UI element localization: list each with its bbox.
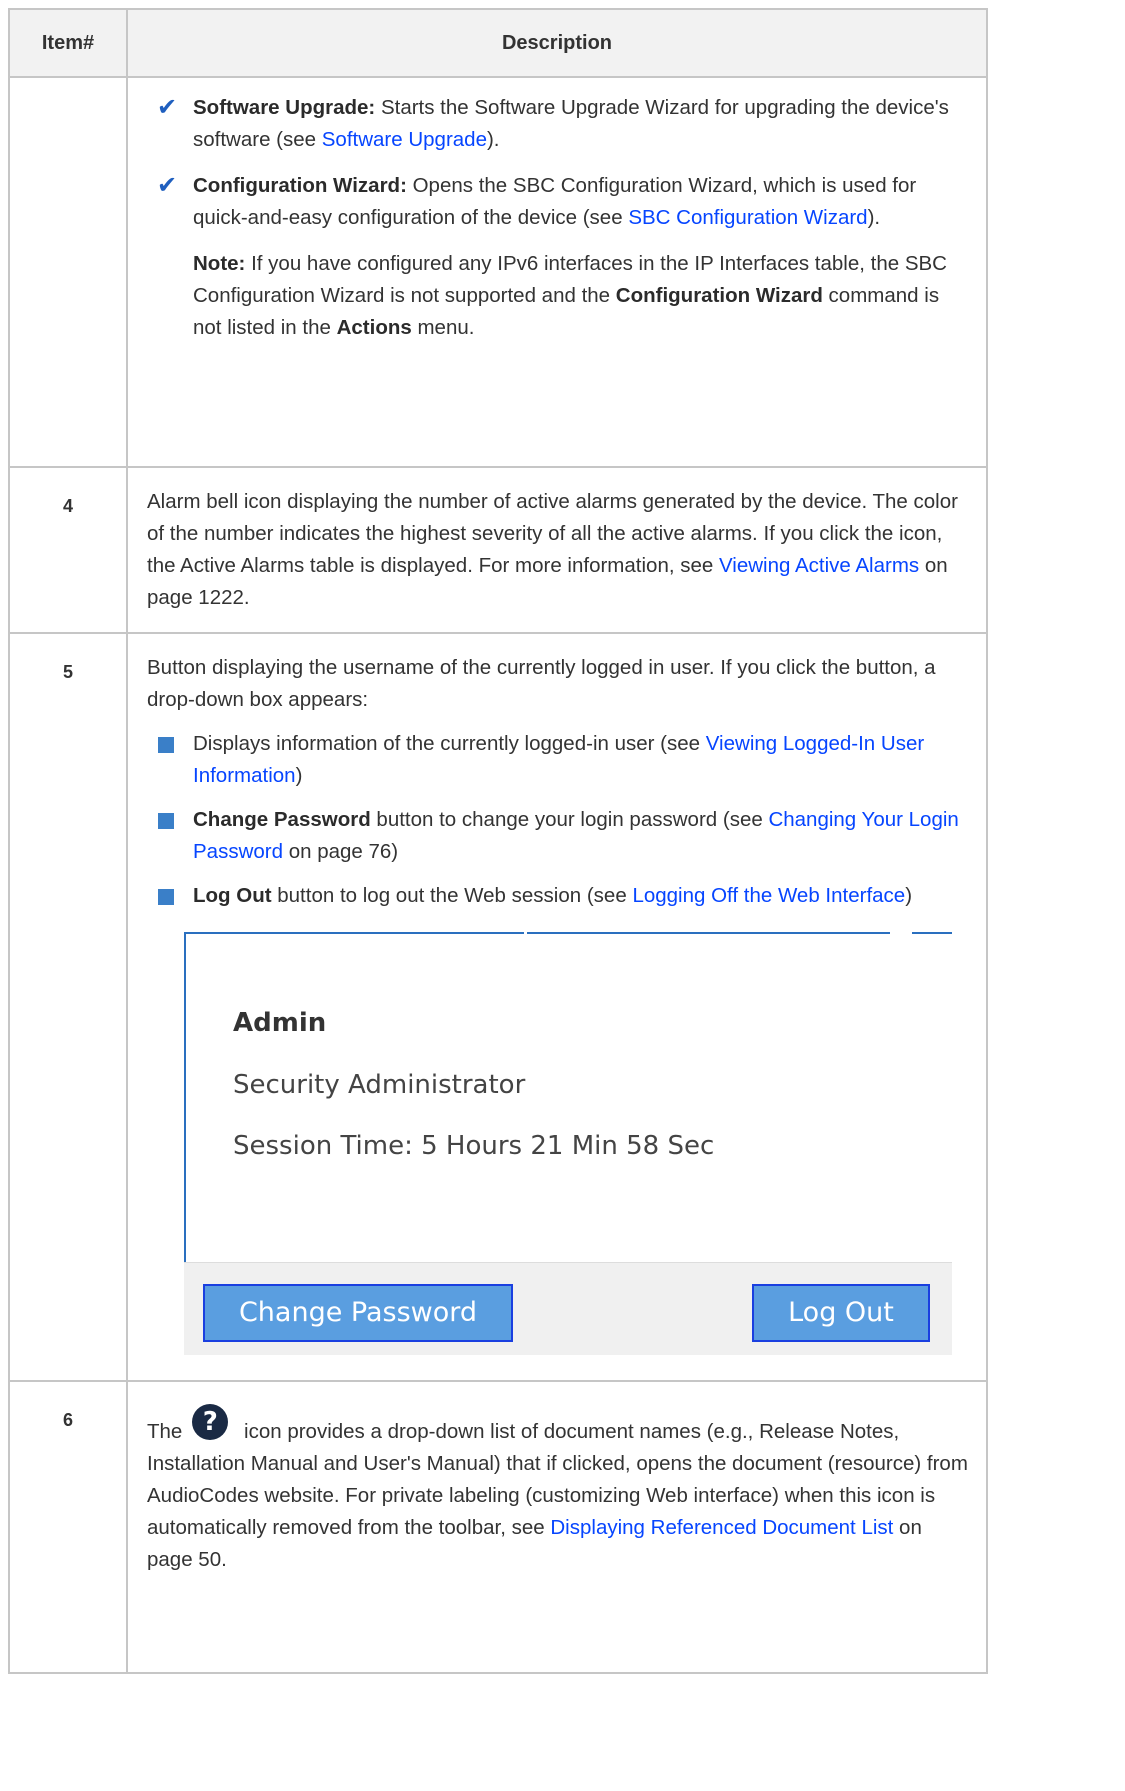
bullet-end: ) <box>905 884 913 907</box>
help-question-icon: ? <box>192 1404 229 1440</box>
header-item: Item# <box>8 8 128 78</box>
config-wizard-link[interactable]: SBC Configuration Wizard <box>628 206 867 229</box>
bullet-end: ) <box>295 764 303 787</box>
dropdown-username: Admin <box>233 1008 327 1038</box>
note-text: menu. <box>411 316 475 339</box>
item-number: 5 <box>8 632 128 1382</box>
bullet-change-password: Change Password button to change your lo… <box>147 804 970 868</box>
help-description: The? icon provides a drop-down list of d… <box>147 1404 970 1576</box>
note-label: Note: <box>193 252 246 275</box>
table-header-row: Item# Description <box>8 8 988 78</box>
square-bullet-icon <box>158 813 174 829</box>
log-out-button[interactable]: Log Out <box>752 1284 930 1342</box>
description-cell: The? icon provides a drop-down list of d… <box>126 1380 988 1674</box>
software-upgrade-link[interactable]: Software Upgrade <box>322 128 487 151</box>
software-upgrade-label: Software Upgrade: <box>193 96 376 119</box>
checkmark-icon: ✔ <box>157 172 178 199</box>
alarm-description: Alarm bell icon displaying the number of… <box>147 486 970 614</box>
note-paragraph: Note: If you have configured any IPv6 in… <box>147 248 970 344</box>
note-actions: Actions <box>336 316 412 339</box>
header-description: Description <box>126 8 988 78</box>
config-wizard-label: Configuration Wizard: <box>193 174 407 197</box>
viewing-active-alarms-link[interactable]: Viewing Active Alarms <box>719 554 919 577</box>
logging-off-link[interactable]: Logging Off the Web Interface <box>632 884 905 907</box>
note-config-wizard: Configuration Wizard <box>615 284 823 307</box>
item-number: 4 <box>8 466 128 634</box>
config-wizard-end: ). <box>867 206 881 229</box>
bullet-user-info: Displays information of the currently lo… <box>147 728 970 792</box>
dropdown-border <box>184 932 186 1262</box>
check-item-config-wizard: ✔ Configuration Wizard: Opens the SBC Co… <box>147 170 970 234</box>
tab-border <box>912 932 952 934</box>
dropdown-footer: Change Password Log Out <box>184 1262 952 1355</box>
check-item-software-upgrade: ✔ Software Upgrade: Starts the Software … <box>147 92 970 156</box>
description-cell: Alarm bell icon displaying the number of… <box>126 466 988 634</box>
bullet-end: on page 76) <box>283 840 399 863</box>
checkmark-icon: ✔ <box>157 94 178 121</box>
bullet-text: button to log out the Web session (see <box>271 884 633 907</box>
tab-border <box>527 932 890 934</box>
square-bullet-icon <box>158 737 174 753</box>
log-out-label: Log Out <box>193 884 272 907</box>
help-pre: The <box>147 1420 183 1443</box>
change-password-label: Change Password <box>193 808 371 831</box>
tab-border <box>184 932 524 934</box>
description-table: Item# Description ✔ Software Upgrade: St… <box>8 8 988 1674</box>
dropdown-session-time: Session Time: 5 Hours 21 Min 58 Sec <box>233 1131 715 1161</box>
table-row-4: 4 Alarm bell icon displaying the number … <box>8 466 988 634</box>
user-button-intro: Button displaying the username of the cu… <box>147 656 936 711</box>
description-cell: ✔ Software Upgrade: Starts the Software … <box>126 76 988 468</box>
table-row-5: 5 Button displaying the username of the … <box>8 632 988 1382</box>
user-dropdown-screenshot: Admin Security Administrator Session Tim… <box>184 932 952 1362</box>
bullet-log-out: Log Out button to log out the Web sessio… <box>147 880 970 912</box>
description-cell: Button displaying the username of the cu… <box>126 632 988 1382</box>
bullet-text: button to change your login password (se… <box>370 808 769 831</box>
table-row-6: 6 The? icon provides a drop-down list of… <box>8 1380 988 1674</box>
software-upgrade-end: ). <box>486 128 500 151</box>
change-password-button[interactable]: Change Password <box>203 1284 513 1342</box>
dropdown-role: Security Administrator <box>233 1070 526 1100</box>
displaying-referenced-document-list-link[interactable]: Displaying Referenced Document List <box>550 1516 893 1539</box>
item-cell-empty <box>8 76 128 468</box>
item-number: 6 <box>8 1380 128 1674</box>
square-bullet-icon <box>158 889 174 905</box>
bullet-text: Displays information of the currently lo… <box>193 732 706 755</box>
table-row-continued: ✔ Software Upgrade: Starts the Software … <box>8 76 988 468</box>
